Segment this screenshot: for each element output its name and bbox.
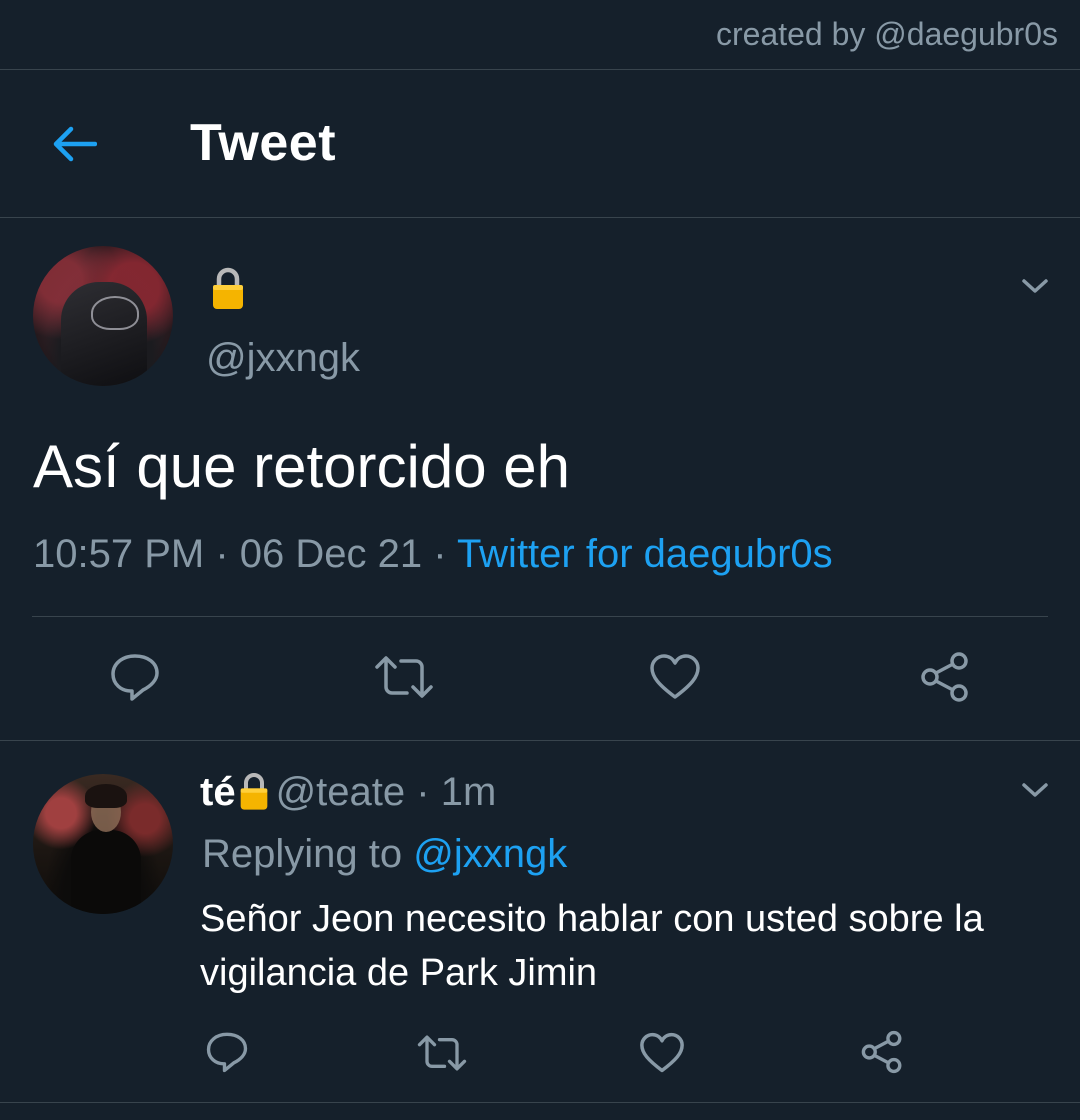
meta-separator: · bbox=[405, 770, 441, 814]
watermark-credit: created by @daegubr0s bbox=[715, 16, 1058, 52]
replying-to: Replying to @jxxngk bbox=[202, 832, 567, 877]
avatar[interactable] bbox=[33, 774, 173, 914]
divider bbox=[0, 740, 1080, 741]
meta-separator: · bbox=[204, 532, 240, 576]
replying-mention-link[interactable]: @jxxngk bbox=[413, 832, 567, 876]
divider bbox=[0, 217, 1080, 218]
retweet-icon bbox=[375, 656, 433, 698]
meta-separator: · bbox=[422, 532, 457, 576]
back-button[interactable] bbox=[48, 120, 100, 168]
reply-button[interactable] bbox=[204, 1030, 250, 1074]
page-title: Tweet bbox=[190, 114, 337, 172]
divider bbox=[0, 1102, 1080, 1103]
tweet-meta: 10:57 PM · 06 Dec 21 · Twitter for daegu… bbox=[33, 532, 833, 577]
share-icon bbox=[921, 652, 968, 702]
like-button[interactable] bbox=[648, 652, 702, 702]
share-button[interactable] bbox=[918, 650, 972, 704]
tweet-text: Así que retorcido eh bbox=[33, 433, 570, 500]
reply-button[interactable] bbox=[106, 650, 164, 704]
reply-icon bbox=[111, 654, 159, 701]
reply-text: Señor Jeon necesito hablar con usted sob… bbox=[200, 898, 984, 994]
arrow-left-icon bbox=[53, 126, 97, 162]
tweet-time: 10:57 PM bbox=[33, 532, 205, 576]
author-handle[interactable]: @jxxngk bbox=[206, 336, 360, 381]
tweet-date: 06 Dec 21 bbox=[239, 532, 423, 576]
lock-icon bbox=[240, 773, 267, 810]
divider bbox=[32, 616, 1048, 617]
chevron-down-icon[interactable] bbox=[1020, 780, 1050, 800]
retweet-button[interactable] bbox=[414, 1032, 470, 1074]
like-icon bbox=[650, 654, 700, 699]
reply-author-handle[interactable]: @teate bbox=[276, 770, 406, 814]
chevron-down-icon[interactable] bbox=[1020, 276, 1050, 296]
reply-age: 1m bbox=[440, 770, 497, 814]
retweet-button[interactable] bbox=[372, 652, 436, 702]
divider bbox=[0, 69, 1080, 70]
reply-header: té @teate · 1m bbox=[200, 770, 496, 815]
share-icon bbox=[861, 1030, 902, 1074]
retweet-icon bbox=[417, 1035, 467, 1071]
like-button[interactable] bbox=[638, 1032, 686, 1074]
lock-icon bbox=[213, 267, 243, 309]
replying-prefix: Replying to bbox=[202, 832, 414, 876]
share-button[interactable] bbox=[858, 1028, 906, 1076]
reply-author-name[interactable]: té bbox=[200, 770, 236, 814]
tweet-source-link[interactable]: Twitter for daegubr0s bbox=[457, 532, 833, 576]
reply-icon bbox=[206, 1032, 248, 1073]
like-icon bbox=[640, 1032, 684, 1073]
avatar[interactable] bbox=[33, 246, 173, 386]
